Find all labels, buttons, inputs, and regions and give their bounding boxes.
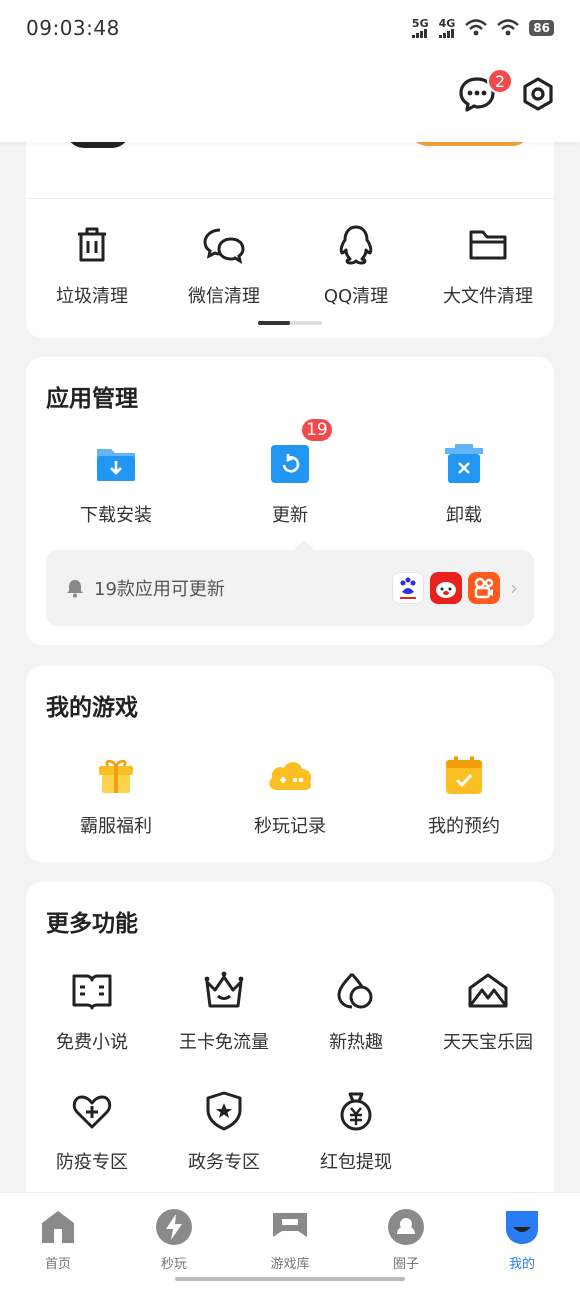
signal-5g-icon: 5G: [411, 18, 429, 38]
games-record[interactable]: 秒玩记录: [210, 752, 370, 838]
more-park-label: 天天宝乐园: [443, 1032, 533, 1053]
section-title-apps: 应用管理: [46, 386, 138, 412]
jd-app-icon: [430, 572, 462, 604]
nav-instant-play[interactable]: 秒玩: [116, 1193, 232, 1289]
crown-icon: [204, 971, 244, 1008]
nav-circle[interactable]: 圈子: [348, 1193, 464, 1289]
status-icons: 5G 4G 86: [411, 18, 554, 38]
clean-wechat-label: 微信清理: [188, 286, 260, 307]
more-park[interactable]: 天天宝乐园: [422, 968, 554, 1054]
cloud-game-icon: [269, 762, 312, 790]
more-epidemic-label: 防疫专区: [56, 1152, 128, 1173]
apps-update-label: 更新: [272, 505, 308, 526]
kuaishou-app-icon: [468, 572, 500, 604]
trash-icon: [78, 227, 106, 262]
more-novel-label: 免费小说: [56, 1032, 128, 1053]
clean-trash-label: 垃圾清理: [56, 286, 128, 307]
apps-update[interactable]: 19 更新: [210, 417, 370, 527]
games-reservation-label: 我的预约: [428, 816, 500, 837]
signal-4g-icon: 4G: [438, 18, 455, 38]
more-king-card-label: 王卡免流量: [179, 1032, 269, 1053]
wifi-icon: [497, 19, 520, 36]
apps-download[interactable]: 下载安装: [36, 441, 196, 527]
apps-uninstall[interactable]: 卸载: [384, 441, 544, 527]
tent-icon: [468, 973, 508, 1008]
update-notice[interactable]: 19款应用可更新 ›: [46, 540, 534, 626]
games-reservation[interactable]: 我的预约: [384, 752, 544, 838]
section-title-games: 我的游戏: [46, 695, 138, 721]
apps-download-label: 下载安装: [80, 505, 152, 526]
more-hot[interactable]: 新热趣: [290, 968, 422, 1054]
apps-uninstall-label: 卸载: [446, 505, 482, 526]
book-icon: [72, 974, 112, 1010]
status-bar: 09:03:48 5G 4G 86: [0, 0, 580, 56]
bottom-navigation: 首页 秒玩 游戏库 圈子 我的: [0, 1192, 580, 1289]
chevron-right-icon: ›: [510, 576, 518, 600]
more-features-card: 更多功能 免费小说 王卡免流量 新热趣 天天宝乐园 防疫专区 政务专区 红包提现: [26, 882, 554, 1212]
clean-large-file[interactable]: 大文件清理: [422, 222, 554, 308]
status-time: 09:03:48: [26, 16, 120, 40]
nav-game-library[interactable]: 游戏库: [232, 1193, 348, 1289]
wechat-icon: [203, 228, 245, 265]
qq-icon: [339, 225, 373, 265]
game-library-icon: [273, 1213, 307, 1237]
message-badge: 2: [487, 68, 513, 94]
more-government-label: 政务专区: [188, 1152, 260, 1173]
nav-profile[interactable]: 我的: [464, 1193, 580, 1289]
update-notice-text: 19款应用可更新: [94, 579, 225, 600]
update-count-badge: 19: [300, 417, 334, 443]
nav-profile-label: 我的: [508, 1257, 535, 1272]
nav-circle-label: 圈子: [392, 1257, 419, 1272]
section-title-more: 更多功能: [46, 911, 138, 937]
flash-icon: [156, 1209, 192, 1245]
divider: [26, 198, 554, 199]
settings-icon[interactable]: [520, 76, 556, 112]
calendar-check-icon: [446, 756, 482, 794]
app-management-card: 应用管理 下载安装 19 更新 卸载 19款应用可更新 ›: [26, 357, 554, 645]
folder-icon: [469, 230, 507, 260]
clean-wechat[interactable]: 微信清理: [158, 222, 290, 308]
baidu-app-icon: [392, 572, 424, 604]
games-welfare[interactable]: 霸服福利: [36, 752, 196, 838]
wifi-plus-icon: [465, 19, 488, 36]
top-header: 2: [0, 56, 580, 142]
bell-icon: [67, 580, 83, 598]
more-epidemic[interactable]: 防疫专区: [26, 1088, 158, 1174]
nav-home[interactable]: 首页: [0, 1193, 116, 1289]
profile-icon: [506, 1211, 538, 1244]
circle-icon: [388, 1209, 424, 1245]
my-games-card: 我的游戏 霸服福利 秒玩记录 我的预约: [26, 666, 554, 862]
update-icon: [271, 445, 309, 483]
home-indicator[interactable]: [175, 1277, 405, 1281]
more-king-card[interactable]: 王卡免流量: [158, 968, 290, 1054]
games-record-label: 秒玩记录: [254, 816, 326, 837]
nav-game-library-label: 游戏库: [270, 1257, 310, 1272]
games-welfare-label: 霸服福利: [80, 816, 152, 837]
uninstall-icon: [445, 444, 483, 483]
clean-card: 垃圾清理 微信清理 QQ清理 大文件清理: [26, 130, 554, 338]
shield-star-icon: [206, 1091, 242, 1131]
nav-instant-play-label: 秒玩: [160, 1257, 187, 1272]
money-bag-icon: [340, 1092, 372, 1131]
clean-qq[interactable]: QQ清理: [290, 222, 422, 308]
clean-large-file-label: 大文件清理: [443, 286, 533, 307]
home-icon: [42, 1211, 74, 1243]
gift-icon: [99, 759, 133, 793]
nav-home-label: 首页: [44, 1257, 71, 1272]
more-government[interactable]: 政务专区: [158, 1088, 290, 1174]
download-folder-icon: [97, 449, 135, 481]
more-hot-label: 新热趣: [329, 1032, 383, 1053]
page-indicator: [258, 321, 322, 325]
more-redpacket[interactable]: 红包提现: [290, 1088, 422, 1174]
clean-trash[interactable]: 垃圾清理: [26, 222, 158, 308]
drops-icon: [337, 973, 373, 1009]
battery-indicator: 86: [529, 20, 554, 36]
more-redpacket-label: 红包提现: [320, 1152, 392, 1173]
heart-plus-icon: [72, 1095, 112, 1129]
clean-qq-label: QQ清理: [323, 286, 389, 307]
more-novel[interactable]: 免费小说: [26, 968, 158, 1054]
